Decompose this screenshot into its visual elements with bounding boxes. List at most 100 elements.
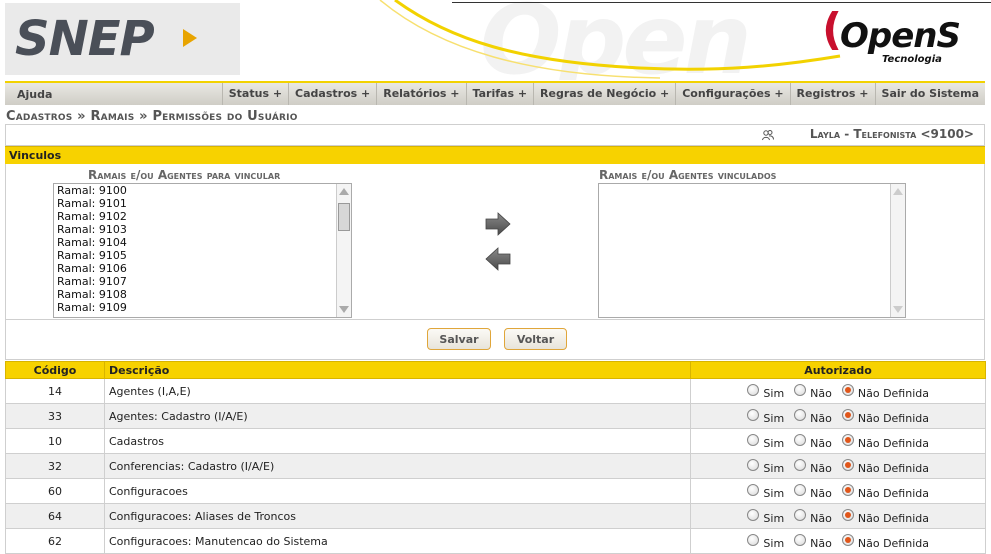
radio-yes[interactable] (747, 409, 760, 421)
radio-yes[interactable] (747, 534, 760, 546)
radio-undefined[interactable] (841, 409, 854, 421)
permission-code: 62 (5, 528, 105, 554)
menu-status[interactable]: Status + (221, 83, 288, 105)
radio-option-no[interactable]: Não (794, 484, 832, 500)
menu-relatorios[interactable]: Relatórios + (376, 83, 465, 105)
radio-yes[interactable] (747, 434, 760, 446)
permission-code: 60 (5, 478, 105, 504)
list-option[interactable]: Ramal: 9108 (54, 288, 351, 301)
radio-no[interactable] (794, 384, 807, 396)
arrow-left-icon[interactable] (484, 246, 512, 272)
table-row: 32 Conferencias: Cadastro (I/A/E) Sim Não Nã… (5, 453, 986, 479)
radio-label-undefined: Não Definida (857, 412, 929, 425)
radio-undefined[interactable] (841, 534, 854, 546)
radio-label-no: Não (810, 487, 832, 500)
authorization-options: Sim Não Não Definida (690, 378, 986, 404)
radio-yes[interactable] (747, 384, 760, 396)
table-row: 64 Configuracoes: Aliases de Troncos Sim Nã… (5, 503, 986, 529)
list-option[interactable]: Ramal: 9102 (54, 210, 351, 223)
radio-option-no[interactable]: Não (794, 459, 832, 475)
radio-option-yes[interactable]: Sim (747, 409, 784, 425)
list-option[interactable]: Ramal: 9100 (54, 184, 351, 197)
radio-label-undefined: Não Definida (857, 387, 929, 400)
radio-option-yes[interactable]: Sim (747, 509, 785, 525)
permission-code: 32 (5, 453, 105, 479)
save-button[interactable]: Salvar (427, 328, 491, 350)
radio-no[interactable] (794, 459, 807, 471)
breadcrumb: Cadastros » Ramais » Permissões do Usuár… (6, 109, 298, 124)
help-link[interactable]: Ajuda (17, 88, 52, 101)
radio-option-yes[interactable]: Sim (747, 484, 784, 500)
users-icon (762, 130, 774, 141)
menu-sair[interactable]: Sair do Sistema (874, 83, 985, 105)
list-option[interactable]: Ramal: 9104 (54, 236, 351, 249)
radio-option-undefined[interactable]: Não Definida (841, 509, 929, 525)
menu-tarifas[interactable]: Tarifas + (465, 83, 534, 105)
available-list-scrollbar[interactable] (336, 184, 351, 317)
radio-undefined[interactable] (841, 384, 854, 396)
scroll-thumb[interactable] (338, 203, 350, 231)
scroll-down-icon[interactable] (893, 306, 903, 313)
radio-option-no[interactable]: Não (794, 534, 832, 550)
list-option[interactable]: Ramal: 9101 (54, 197, 351, 210)
authorization-options: Sim Não Não Definida (690, 453, 986, 479)
available-list[interactable]: Ramal: 9100 Ramal: 9101 Ramal: 9102 Ramal: … (53, 183, 352, 318)
radio-yes[interactable] (747, 509, 760, 521)
scroll-up-icon[interactable] (339, 188, 349, 195)
authorization-options: Sim Não Não Definida (690, 428, 986, 454)
list-option[interactable]: Ramal: 9107 (54, 275, 351, 288)
radio-yes[interactable] (747, 459, 760, 471)
radio-option-undefined[interactable]: Não Definida (841, 534, 929, 550)
scroll-up-icon[interactable] (893, 188, 903, 195)
radio-no[interactable] (794, 434, 807, 446)
menu-regras-de-negocio[interactable]: Regras de Negócio + (533, 83, 675, 105)
radio-option-no[interactable]: Não (794, 434, 832, 450)
radio-undefined[interactable] (841, 484, 854, 496)
list-option[interactable]: Ramal: 9103 (54, 223, 351, 236)
radio-no[interactable] (794, 534, 807, 546)
arrow-right-icon[interactable] (484, 211, 512, 237)
radio-label-undefined: Não Definida (857, 487, 929, 500)
permission-code: 10 (5, 428, 105, 454)
list-option[interactable]: Ramal: 9105 (54, 249, 351, 262)
menu-configuracoes[interactable]: Configurações + (675, 83, 789, 105)
list-option[interactable]: Ramal: 9109 (54, 301, 351, 314)
radio-no[interactable] (794, 509, 807, 521)
authorization-options: Sim Não Não Definida (690, 503, 986, 529)
radio-no[interactable] (794, 409, 807, 421)
radio-option-yes[interactable]: Sim (747, 384, 784, 400)
radio-option-undefined[interactable]: Não Definida (841, 484, 929, 500)
menu-registros[interactable]: Registros + (789, 83, 875, 105)
permissions-table-body: 14 Agentes (I,A,E) Sim Não Não Definida 33 Age… (5, 378, 986, 554)
linked-list-scrollbar[interactable] (890, 184, 905, 317)
radio-option-yes[interactable]: Sim (747, 459, 784, 475)
radio-option-no[interactable]: Não (794, 409, 832, 425)
radio-option-no[interactable]: Não (794, 509, 832, 525)
permission-description: Configuracoes: Manutencao do Sistema (104, 528, 691, 554)
radio-option-no[interactable]: Não (794, 384, 832, 400)
radio-label-yes: Sim (763, 512, 785, 525)
radio-option-yes[interactable]: Sim (747, 434, 784, 450)
radio-no[interactable] (794, 484, 807, 496)
back-button[interactable]: Voltar (504, 328, 567, 350)
linked-list[interactable] (598, 183, 906, 318)
radio-undefined[interactable] (841, 459, 854, 471)
list-option[interactable]: Ramal: 9106 (54, 262, 351, 275)
permission-description: Configuracoes (104, 478, 691, 504)
radio-yes[interactable] (747, 484, 760, 496)
radio-option-undefined[interactable]: Não Definida (841, 459, 929, 475)
scroll-down-icon[interactable] (339, 306, 349, 313)
opens-logo-tagline: Tecnologia (882, 54, 942, 65)
table-header-row: Código Descrição Autorizado (5, 361, 986, 379)
col-authorized-header: Autorizado (690, 361, 986, 379)
radio-option-undefined[interactable]: Não Definida (841, 384, 929, 400)
permission-description: Cadastros (104, 428, 691, 454)
radio-undefined[interactable] (841, 509, 854, 521)
radio-option-undefined[interactable]: Não Definida (841, 434, 929, 450)
permission-code: 14 (5, 378, 105, 404)
menu-cadastros[interactable]: Cadastros + (288, 83, 376, 105)
vinculos-header: Vinculos (5, 146, 985, 164)
radio-undefined[interactable] (841, 434, 854, 446)
radio-option-yes[interactable]: Sim (747, 534, 784, 550)
radio-option-undefined[interactable]: Não Definida (841, 409, 929, 425)
